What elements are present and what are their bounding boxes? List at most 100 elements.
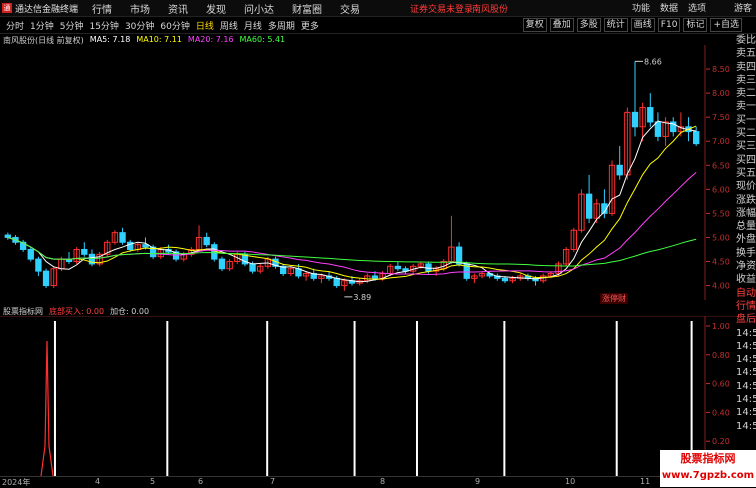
side-item[interactable]: 14:50 [736,393,756,406]
watermark-title: 股票指标网 [680,452,736,465]
side-item[interactable]: 自动 [736,287,756,300]
menu-item-wealth[interactable]: 财富圈 [292,1,322,16]
menu-item-function[interactable]: 功能 [632,1,650,14]
period-more[interactable]: 更多 [301,19,319,32]
candle-body [616,164,623,176]
side-item[interactable]: 14:50 [736,340,756,353]
candle-body [455,246,463,265]
menu-item-market-quotes[interactable]: 行情 [92,1,112,16]
y-tick-label: 7.00 [712,137,730,146]
side-item[interactable]: 买五 [736,167,756,180]
tool-mark-button[interactable]: 标记 [683,18,708,32]
side-item[interactable]: 卖二 [736,87,756,100]
period-30min[interactable]: 30分钟 [125,19,154,32]
y-tick-label: 6.50 [712,161,730,170]
x-label-aug: 8 [380,477,386,486]
side-item[interactable]: 卖一 [736,100,756,113]
side-item[interactable]: 换手 [736,247,756,260]
period-15min[interactable]: 15分钟 [89,19,118,32]
x-label-may: 5 [150,477,156,486]
side-item[interactable]: 14:50 [736,353,756,366]
ind-y-tick-label: 0.20 [712,437,730,446]
menu-item-ask[interactable]: 问小达 [244,1,274,16]
tool-stats-button[interactable]: 统计 [603,18,628,32]
side-item[interactable]: 委比 [736,34,756,47]
side-item[interactable]: 14:50 [736,380,756,393]
tool-draw-button[interactable]: 画线 [630,18,655,32]
candle-body [119,232,126,243]
x-label-oct: 10 [565,477,576,486]
menu-item-trade[interactable]: 交易 [340,1,360,16]
side-item[interactable]: 涨跌 [736,194,756,207]
x-label-year: 2024年 [2,478,31,487]
candle-body [371,275,379,279]
price-chart[interactable]: 4.00 4.50 5.00 5.50 6.00 6.50 7.00 7.50 8.00 8.50… [0,45,736,300]
side-item[interactable]: 净资 [736,260,756,273]
period-60min[interactable]: 60分钟 [160,19,189,32]
side-item[interactable]: 涨幅 [736,207,756,220]
side-item[interactable]: 14:50 [736,406,756,419]
indicator-chart[interactable]: 1.00 0.80 0.60 0.40 0.20 [0,316,736,476]
menu-item-market[interactable]: 市场 [130,1,150,16]
site-watermark: 股票指标网 www.7gpzb.com [660,450,756,487]
side-item[interactable]: 现价 [736,180,756,193]
title-bar: 通 通达信金融终端 行情 市场 资讯 发现 问小达 财富圈 交易 证券交易未登录… [0,0,756,17]
candle-body [218,258,226,270]
app-title: 通达信金融终端 [15,4,79,15]
limit-up-badge: 涨停财 [600,293,628,304]
side-item[interactable]: 行情 [736,300,756,313]
period-weekly[interactable]: 周线 [220,19,238,32]
side-item[interactable]: 总量 [736,220,756,233]
login-notice[interactable]: 证券交易未登录 [410,2,473,15]
side-item[interactable]: 买二 [736,127,756,140]
side-item[interactable]: 14:50 [736,327,756,340]
menu-item-options[interactable]: 选项 [688,1,706,14]
period-5min[interactable]: 5分钟 [60,19,84,32]
ma5-line [7,120,697,283]
side-item[interactable]: 买一 [736,114,756,127]
menu-item-discover[interactable]: 发现 [206,1,226,16]
candle-body [35,258,42,272]
y-tick-label: 8.00 [712,89,730,98]
y-tick-label: 5.00 [712,233,730,242]
low-label: 3.89 [353,293,371,300]
tool-multi-button[interactable]: 多股 [576,18,601,32]
y-tick-label: 7.50 [712,113,730,122]
y-tick-label: 5.50 [712,209,730,218]
side-item[interactable]: 卖四 [736,61,756,74]
ind-y-tick-label: 0.80 [712,351,730,360]
tool-f10-button[interactable]: F10 [657,18,681,32]
side-item[interactable]: 买三 [736,140,756,153]
candle-body [394,265,402,270]
side-item[interactable]: 14:50 [736,366,756,379]
menu-item-news[interactable]: 资讯 [168,1,188,16]
ind-y-tick-label: 1.00 [712,322,730,331]
tool-overlay-button[interactable]: 叠加 [549,18,574,32]
period-daily[interactable]: 日线 [196,19,214,32]
side-item[interactable]: 14:50 [736,420,756,433]
side-item[interactable]: 买四 [736,154,756,167]
period-1min[interactable]: 1分钟 [30,19,54,32]
period-monthly[interactable]: 月线 [244,19,262,32]
side-item[interactable]: 卖五 [736,47,756,60]
y-tick-label: 4.50 [712,258,730,267]
candle-body [692,131,700,145]
candle-body [333,277,340,287]
candle-body [585,193,593,219]
side-item[interactable]: 外盘 [736,233,756,246]
x-label-jul: 7 [270,477,276,486]
period-multi[interactable]: 多周期 [268,19,295,32]
menu-item-data[interactable]: 数据 [660,1,678,14]
high-label: 8.66 [644,57,662,66]
side-item[interactable]: 卖三 [736,74,756,87]
y-tick-label: 8.50 [712,65,730,74]
watermark-url: www.7gpzb.com [661,470,755,481]
tool-add-watchlist-button[interactable]: +自选 [710,18,742,32]
current-stock: 南风股份 [472,5,509,15]
guest-label[interactable]: 游客 [734,1,752,14]
candle-body [203,236,210,246]
period-intraday[interactable]: 分时 [6,19,24,32]
side-item[interactable]: 收益 [736,273,756,286]
tool-adjust-button[interactable]: 复权 [522,18,547,32]
side-item[interactable]: 盘后 [736,313,756,326]
